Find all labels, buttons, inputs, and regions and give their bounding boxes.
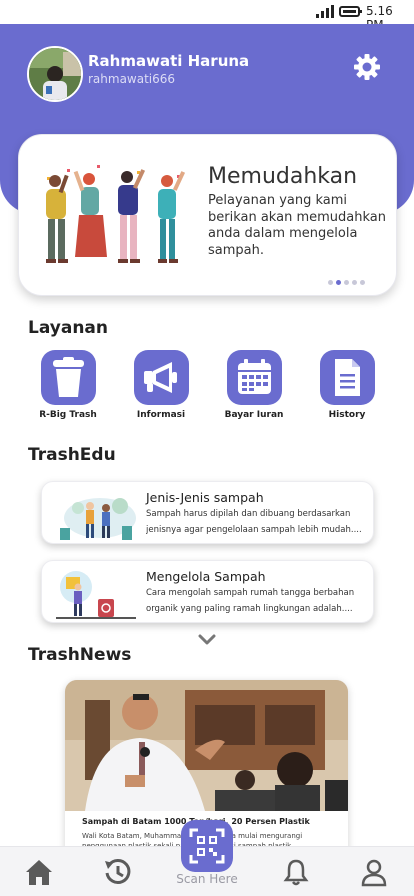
avatar[interactable] <box>27 46 83 102</box>
edu-title: Mengelola Sampah <box>146 569 266 584</box>
profile-username: rahmawati666 <box>88 72 176 86</box>
news-section-title: TrashNews <box>28 645 132 665</box>
carousel-dot[interactable] <box>352 280 357 285</box>
trash-bin-icon <box>52 357 84 397</box>
service-label: R-Big Trash <box>39 410 97 420</box>
service-r-big-trash[interactable]: R-Big Trash <box>28 350 108 420</box>
service-history[interactable]: History <box>307 350 387 420</box>
home-icon[interactable] <box>24 857 54 887</box>
service-label: History <box>328 410 366 420</box>
hero-title: Memudahkan <box>208 164 358 189</box>
qr-scan-icon <box>189 828 225 864</box>
profile-name: Rahmawati Haruna <box>88 52 250 70</box>
calendar-icon <box>237 359 271 394</box>
carousel-indicator[interactable] <box>328 280 365 286</box>
service-informasi[interactable]: Informasi <box>121 350 201 420</box>
edu-description: Cara mengolah sampah rumah tangga berbah… <box>146 588 355 614</box>
carousel-dot[interactable] <box>336 280 341 285</box>
recycling-illustration <box>56 571 136 619</box>
news-photo <box>65 680 348 811</box>
gear-icon[interactable] <box>353 53 381 81</box>
edu-card-jenis-sampah[interactable]: Jenis-Jenis sampah Sampah harus dipilah … <box>41 481 374 544</box>
avatar-photo <box>29 48 81 100</box>
hero-description: Pelayanan yang kami berikan akan memudah… <box>208 193 386 258</box>
edu-section-title: TrashEdu <box>28 445 116 465</box>
people-celebrating-illustration <box>46 165 186 263</box>
carousel-dot[interactable] <box>328 280 333 285</box>
carousel-dot[interactable] <box>344 280 349 285</box>
scan-button[interactable] <box>181 820 233 872</box>
carousel-dot[interactable] <box>360 280 365 285</box>
bell-icon[interactable] <box>281 857 311 887</box>
edu-card-mengelola-sampah[interactable]: Mengelola Sampah Cara mengolah sampah ru… <box>41 560 374 623</box>
edu-title: Jenis-Jenis sampah <box>146 490 264 505</box>
signal-icon <box>316 5 334 18</box>
megaphone-icon <box>143 362 177 393</box>
document-icon <box>334 359 360 396</box>
sorting-waste-illustration <box>60 498 136 540</box>
status-bar: 5.16 PM <box>0 0 414 32</box>
history-icon[interactable] <box>103 857 133 887</box>
profile-icon[interactable] <box>359 857 389 887</box>
edu-description: Sampah harus dipilah dan dibuang berdasa… <box>146 509 362 535</box>
service-label: Informasi <box>136 410 186 420</box>
chevron-down-icon[interactable] <box>198 634 216 646</box>
service-label: Bayar Iuran <box>224 410 284 420</box>
scan-label: Scan Here <box>176 872 238 886</box>
battery-icon <box>339 6 362 17</box>
services-section-title: Layanan <box>28 318 109 338</box>
promo-carousel[interactable]: Memudahkan Pelayanan yang kami berikan a… <box>18 134 397 296</box>
service-bayar-iuran[interactable]: Bayar Iuran <box>214 350 294 420</box>
